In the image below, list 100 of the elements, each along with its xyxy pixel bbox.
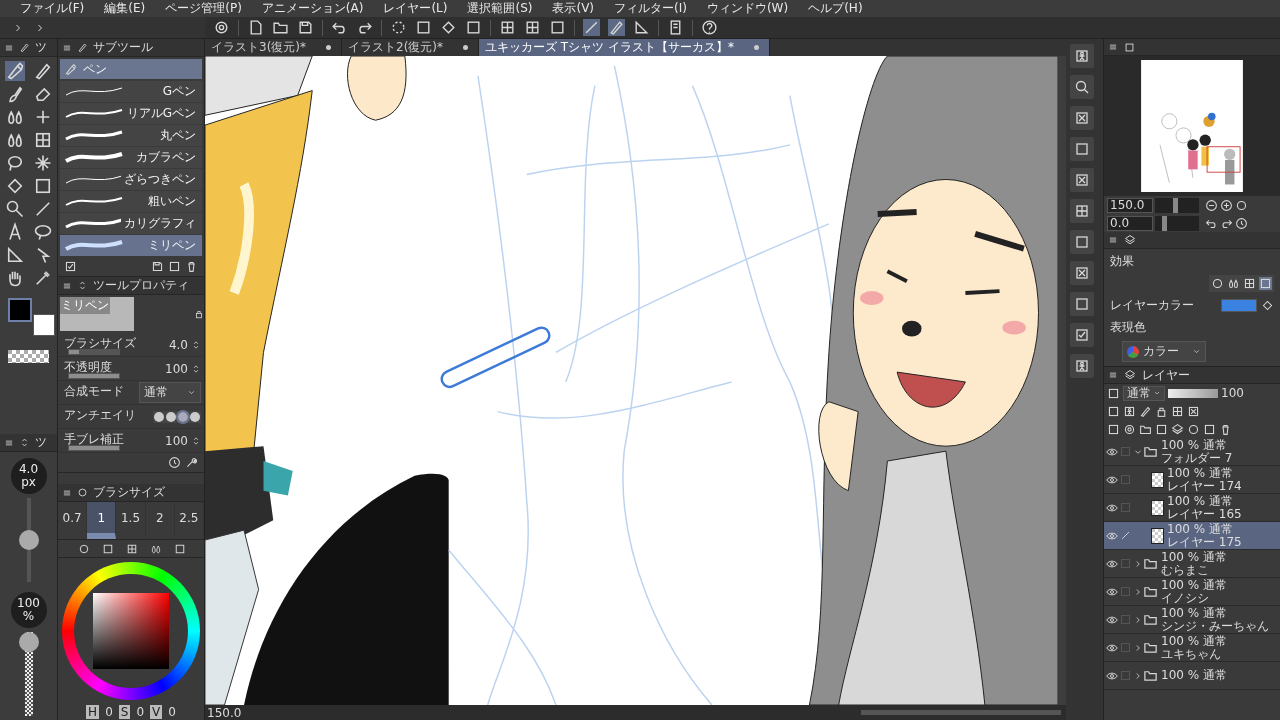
layer-row[interactable]: 100 % 通常 フォルダー 7	[1104, 438, 1280, 466]
menu-item[interactable]: 選択範囲(S)	[467, 0, 533, 17]
brush-size-option[interactable]: 2.5	[174, 502, 204, 539]
pattern-icon[interactable]	[1070, 199, 1094, 223]
layers-icon[interactable]	[1124, 234, 1136, 246]
brush-item[interactable]: Gペン	[60, 81, 202, 102]
caret-icon[interactable]	[187, 388, 196, 397]
layer-checkbox[interactable]	[1121, 587, 1130, 596]
spinner-icon[interactable]	[191, 363, 201, 374]
close-icon[interactable]	[1070, 106, 1094, 130]
panel-menu-icon[interactable]	[4, 437, 14, 448]
brush-item[interactable]: ざらつきペン	[60, 169, 202, 190]
blend-mode-dropdown[interactable]: 通常	[139, 382, 201, 403]
menu-item[interactable]: ヘルプ(H)	[808, 0, 863, 17]
property-slider[interactable]	[69, 349, 79, 354]
layer-checkbox[interactable]	[1121, 615, 1130, 624]
opacity-slider[interactable]	[1168, 388, 1218, 398]
property-slider[interactable]	[69, 445, 119, 450]
layer-row[interactable]: 100 % 通常 シンジ・みーちゃん	[1104, 606, 1280, 634]
color-wheel-icon[interactable]	[78, 542, 90, 555]
color-square[interactable]	[93, 593, 169, 669]
reset-icon[interactable]	[168, 456, 181, 469]
folder-icon[interactable]	[1143, 444, 1158, 459]
balloon-icon[interactable]	[32, 222, 53, 242]
effect-icon[interactable]	[1227, 277, 1240, 290]
property-slider[interactable]	[69, 373, 119, 378]
panel-tab[interactable]: ツ	[35, 434, 47, 451]
folder-icon[interactable]	[1143, 612, 1158, 627]
background-color-swatch[interactable]	[33, 314, 55, 336]
effect-icon[interactable]	[1211, 277, 1224, 290]
antialiasing-options[interactable]	[153, 410, 201, 423]
subtool-group[interactable]: ペン	[60, 59, 202, 79]
layer-checkbox[interactable]	[1121, 671, 1130, 680]
lock-icon[interactable]	[194, 309, 204, 319]
panel-menu-icon[interactable]	[62, 487, 72, 498]
menu-item[interactable]: 編集(E)	[104, 0, 146, 17]
brush-size-option[interactable]: 1.5	[116, 502, 146, 539]
help-icon[interactable]	[701, 19, 718, 36]
menu-item[interactable]: レイヤー(L)	[383, 0, 448, 17]
layers-icon[interactable]	[1124, 369, 1136, 381]
layer-checkbox[interactable]	[1121, 559, 1130, 568]
pen-icon[interactable]	[4, 61, 25, 81]
opacity-value[interactable]: 100	[1221, 386, 1244, 400]
opacity-slider[interactable]	[17, 632, 40, 716]
merge-icon[interactable]	[1171, 422, 1184, 436]
fill-icon[interactable]	[1261, 299, 1274, 312]
menu-item[interactable]: アニメーション(A)	[261, 0, 364, 17]
layer-row[interactable]: 100 % 通常 イノシシ	[1104, 578, 1280, 606]
close-icon[interactable]	[1070, 168, 1094, 192]
expression-color-dropdown[interactable]: カラー	[1122, 341, 1206, 362]
panel-menu-icon[interactable]	[62, 280, 72, 291]
folder-icon[interactable]	[1143, 640, 1158, 655]
brush-item[interactable]: カリグラフィ	[60, 213, 202, 234]
pencil-icon[interactable]	[1120, 530, 1131, 541]
brush-item[interactable]: ミリペン	[60, 235, 202, 256]
sliders-icon[interactable]	[19, 437, 30, 448]
panel-icon[interactable]	[1070, 230, 1094, 254]
zoom-in-icon[interactable]	[1220, 198, 1233, 212]
delete-icon[interactable]	[185, 260, 198, 273]
effect-icon[interactable]	[1259, 277, 1272, 290]
layer-row[interactable]: 100 % 通常 ユキちゃん	[1104, 634, 1280, 662]
caret-icon[interactable]	[1153, 389, 1161, 397]
panel-icon[interactable]	[1070, 292, 1094, 316]
navigator-thumbnail[interactable]	[1141, 60, 1243, 192]
zoom-out-icon[interactable]	[1205, 198, 1218, 212]
brush-item[interactable]: 丸ペン	[60, 125, 202, 146]
document-tab[interactable]: ユキッカーズ Tシャツ イラスト【サーカス】*	[479, 39, 770, 56]
brush-item[interactable]: 粗いペン	[60, 191, 202, 212]
menu-item[interactable]: 表示(V)	[552, 0, 595, 17]
pencil-icon[interactable]	[32, 61, 53, 81]
layer-row[interactable]: 100 % 通常 レイヤー 174	[1104, 466, 1280, 494]
zoom-slider[interactable]	[1155, 197, 1199, 213]
menu-item[interactable]: ページ管理(P)	[165, 0, 242, 17]
effect-icon[interactable]	[1243, 277, 1256, 290]
brush-size-option[interactable]: 1	[87, 502, 117, 539]
layer-checkbox[interactable]	[1121, 475, 1130, 484]
illustration-drawing[interactable]	[205, 56, 1058, 705]
property-value[interactable]: 100	[165, 361, 188, 376]
layer-checkbox[interactable]	[1121, 447, 1130, 456]
save-icon[interactable]	[297, 19, 314, 36]
draft-icon[interactable]	[1139, 404, 1152, 418]
blend-mode-dropdown[interactable]: 通常	[1123, 385, 1165, 401]
folder-icon[interactable]	[1143, 556, 1158, 571]
brush-size-option[interactable]: 2	[145, 502, 175, 539]
menu-item[interactable]: ウィンドウ(W)	[706, 0, 789, 17]
angle-field[interactable]: 0.0	[1107, 215, 1153, 231]
layer-checkbox[interactable]	[1121, 503, 1130, 512]
transparent-color-swatch[interactable]	[8, 350, 49, 363]
spinner-icon[interactable]	[191, 339, 201, 350]
app-logo-icon[interactable]	[213, 19, 230, 36]
layer-row[interactable]: 100 % 通常 レイヤー 175	[1104, 522, 1280, 550]
wrench-icon[interactable]	[185, 456, 198, 469]
panel-menu-icon[interactable]	[62, 42, 72, 53]
layer-row[interactable]: 100 % 通常 むらまこ	[1104, 550, 1280, 578]
pen-icon[interactable]	[19, 42, 30, 53]
main-color-swatch[interactable]	[8, 298, 32, 322]
search-icon[interactable]	[1070, 75, 1094, 99]
spinner-icon[interactable]	[191, 435, 201, 446]
reset-icon[interactable]	[1235, 216, 1248, 230]
brush-item[interactable]: カブラペン	[60, 147, 202, 168]
